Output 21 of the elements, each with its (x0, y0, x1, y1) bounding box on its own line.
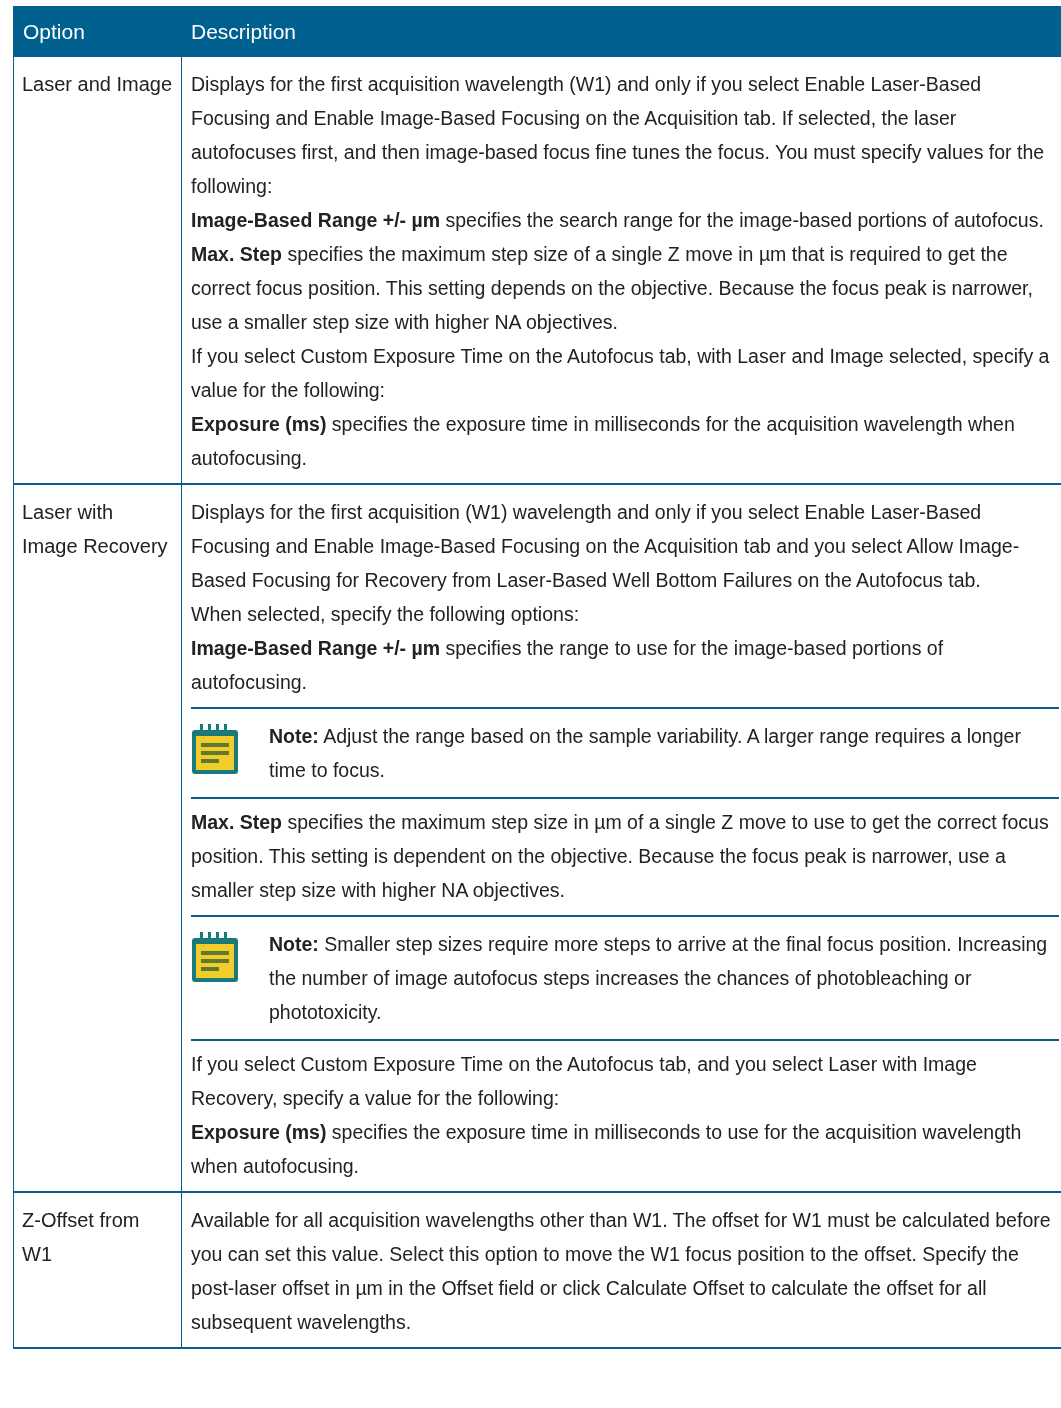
description-text: Available for all acquisition wavelengths other than W1. The offset for W1 must be calculated before you can set this value. Select this option to move the W1 focus position to the offset. Specify the post-laser offset in µm in the Offset field or click Calculate Offset to calculate the offset for all subsequent wavelengths. (191, 1208, 1052, 1335)
note-text: Note: Smaller step sizes require more steps to arrive at the final focus position. Increasing the number of image autofocus steps increases the chances of photobleaching or phototoxicity. (269, 932, 1049, 1025)
description-text: Image-Based Range +/- µm specifies the search range for the image-based portions of autofocus. (191, 208, 1045, 233)
description-text: If you select Custom Exposure Time on the Autofocus tab, with Laser and Image selected, specify a value for the following: (191, 344, 1051, 403)
description-text: If you select Custom Exposure Time on the Autofocus tab, and you select Laser with Image Recovery, specify a value for the following: (191, 1052, 978, 1111)
table-cell: Laser with Image Recovery (14, 485, 182, 1191)
note-text: Note: Adjust the range based on the sample variability. A larger range requires a longer time to focus. (269, 724, 1022, 783)
description-text: Max. Step specifies the maximum step size of a single Z move in µm that is required to get the correct focus position. This setting depends on the objective. Because the focus peak is narrower, use a smaller step size with higher NA objectives. (191, 242, 1034, 335)
description-text: Exposure (ms) specifies the exposure time in milliseconds to use for the acquisition wavelength when autofocusing. (191, 1120, 1023, 1179)
column-header: Option (22, 19, 86, 44)
description-text: When selected, specify the following options: (191, 602, 581, 627)
column-header: Description (190, 19, 298, 44)
description-text: Max. Step specifies the maximum step size in µm of a single Z move to use to get the correct focus position. This setting is dependent on the objective. Because the focus peak is narrower, use a smaller step size with higher NA objectives. (191, 810, 1050, 903)
notepad-icon (191, 723, 239, 775)
notepad-icon (191, 931, 239, 983)
description-text: Image-Based Range +/- µm specifies the range to use for the image-based portions of autofocusing. (191, 636, 945, 695)
table-cell: Laser and Image (14, 57, 182, 483)
description-text: Displays for the first acquisition wavelength (W1) and only if you select Enable Laser-Based Focusing and Enable Image-Based Focusing on the Acquisition tab. If selected, the laser autofocuses first, and then image-based focus fine tunes the focus. You must specify values for the following: (191, 72, 1046, 199)
description-text: Displays for the first acquisition (W1) wavelength and only if you select Enable Laser-Based Focusing and Enable Image-Based Focusing on the Acquisition tab and you select Allow Image-Based Focusing for Recovery from Laser-Based Well Bottom Failures on the Autofocus tab. (191, 500, 1021, 593)
description-text: Exposure (ms) specifies the exposure time in milliseconds for the acquisition wavelength when autofocusing. (191, 412, 1016, 471)
table-cell: Z-Offset from W1 (14, 1193, 182, 1347)
